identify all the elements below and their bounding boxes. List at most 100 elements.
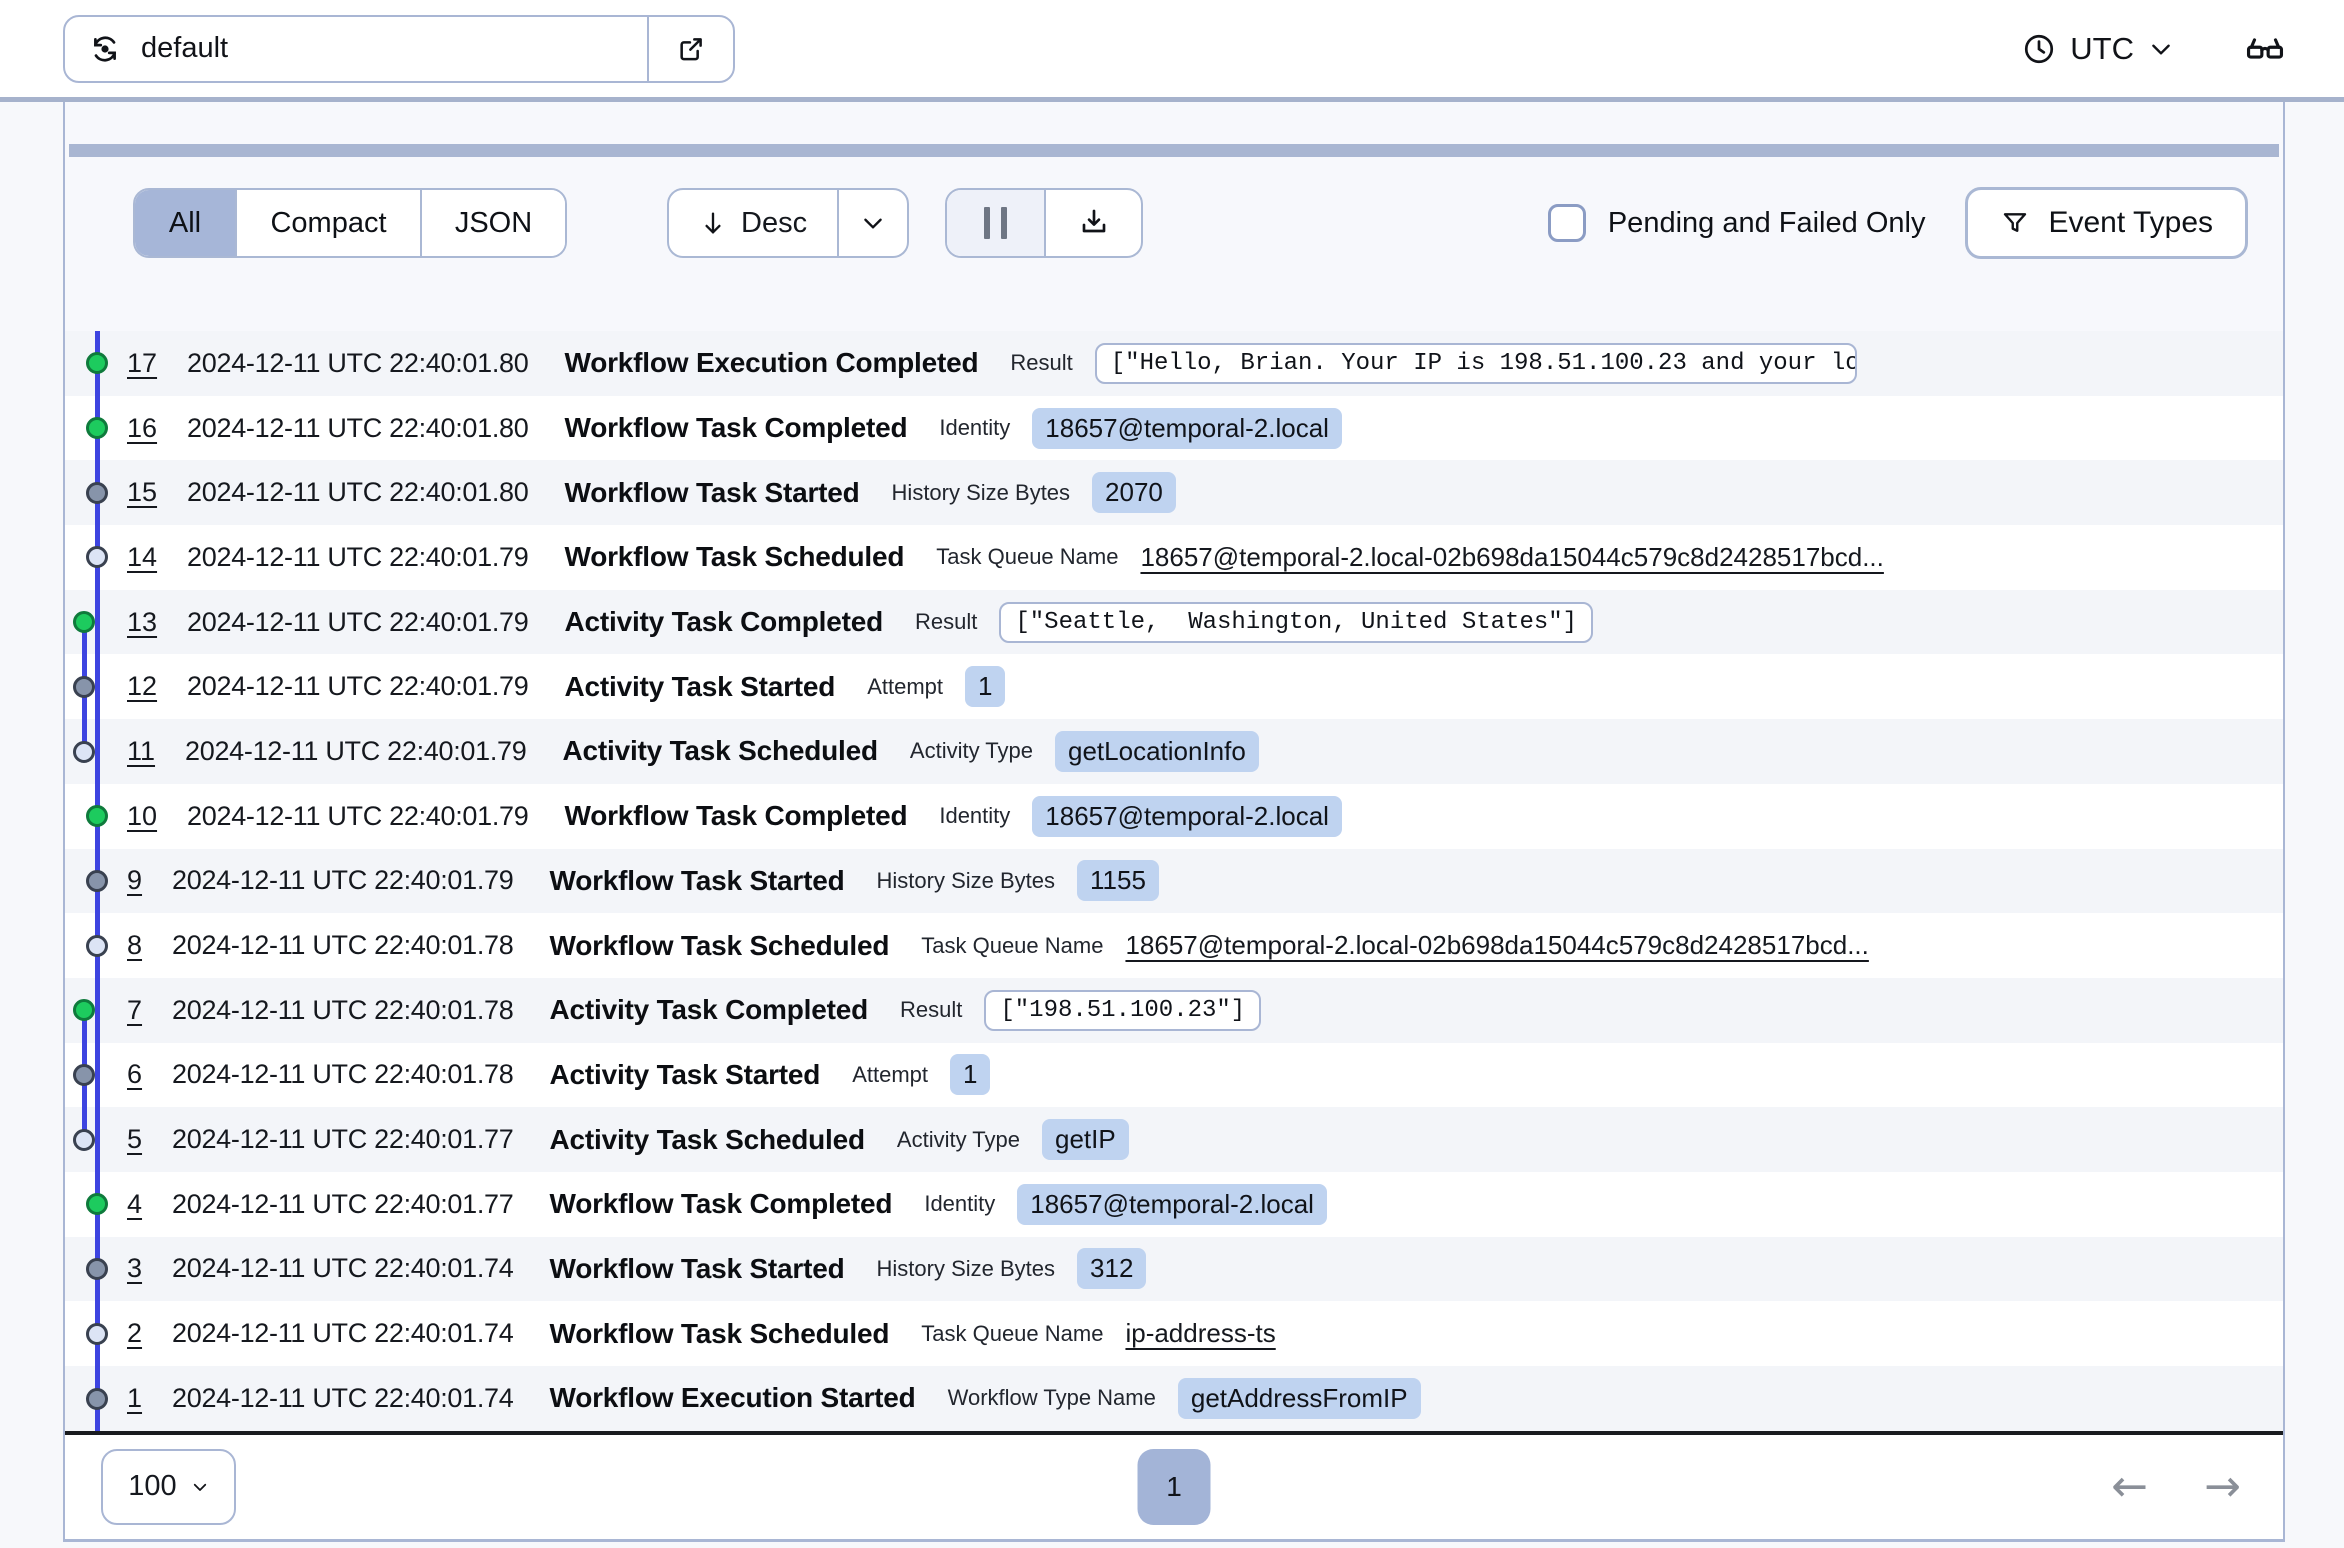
event-id-link[interactable]: 1 <box>127 1383 142 1414</box>
event-detail-label: Task Queue Name <box>921 1320 1104 1346</box>
event-id-link[interactable]: 8 <box>127 930 142 961</box>
reader-mode-button[interactable] <box>2244 28 2286 70</box>
page-size-select[interactable]: 100 <box>101 1448 236 1525</box>
pending-failed-filter[interactable]: Pending and Failed Only <box>1547 204 1925 242</box>
event-detail-label: History Size Bytes <box>876 1255 1056 1281</box>
event-name: Workflow Execution Completed <box>564 347 979 379</box>
event-timestamp: 2024-12-11 UTC 22:40:01.77 <box>172 1124 514 1155</box>
tab-all[interactable]: All <box>135 190 235 256</box>
event-name: Activity Task Started <box>549 1058 821 1090</box>
event-name: Activity Task Started <box>564 670 836 702</box>
event-id-link[interactable]: 12 <box>127 671 157 702</box>
event-detail-label: Identity <box>924 1191 996 1217</box>
event-name: Workflow Task Completed <box>564 800 908 832</box>
event-id-link[interactable]: 14 <box>127 542 157 573</box>
event-table-body: 17 2024-12-11 UTC 22:40:01.80 Workflow E… <box>65 331 2283 1431</box>
event-row[interactable]: 13 2024-12-11 UTC 22:40:01.79 Activity T… <box>65 589 2283 655</box>
event-row[interactable]: 2 2024-12-11 UTC 22:40:01.74 Workflow Ta… <box>65 1301 2283 1366</box>
event-detail-label: Identity <box>939 415 1011 441</box>
namespace-icon <box>87 31 123 67</box>
event-name: Workflow Task Started <box>549 1252 845 1284</box>
event-row[interactable]: 7 2024-12-11 UTC 22:40:01.78 Activity Ta… <box>65 977 2283 1043</box>
event-name: Activity Task Completed <box>549 994 868 1026</box>
next-page-arrow[interactable]: → <box>2204 1464 2241 1509</box>
event-id-link[interactable]: 4 <box>127 1189 142 1220</box>
tab-json[interactable]: JSON <box>420 190 565 256</box>
event-detail-label: Attempt <box>852 1061 928 1087</box>
event-timestamp: 2024-12-11 UTC 22:40:01.80 <box>187 477 529 508</box>
timezone-selector[interactable]: UTC <box>2018 23 2178 75</box>
event-name: Workflow Task Scheduled <box>564 541 905 573</box>
event-row[interactable]: 3 2024-12-11 UTC 22:40:01.74 Workflow Ta… <box>65 1236 2283 1302</box>
event-row[interactable]: 8 2024-12-11 UTC 22:40:01.78 Workflow Ta… <box>65 913 2283 978</box>
pending-failed-checkbox[interactable] <box>1547 204 1586 242</box>
timezone-value: UTC <box>2070 30 2134 66</box>
event-row[interactable]: 4 2024-12-11 UTC 22:40:01.77 Workflow Ta… <box>65 1171 2283 1237</box>
event-timestamp: 2024-12-11 UTC 22:40:01.77 <box>172 1188 514 1219</box>
event-row[interactable]: 16 2024-12-11 UTC 22:40:01.80 Workflow T… <box>65 395 2283 461</box>
event-id-link[interactable]: 10 <box>127 801 157 832</box>
event-detail-value: getAddressFromIP <box>1177 1377 1421 1419</box>
sort-options-button[interactable] <box>837 190 907 256</box>
event-detail-label: Identity <box>939 803 1011 829</box>
event-id-link[interactable]: 6 <box>127 1059 142 1090</box>
event-types-label: Event Types <box>2048 206 2213 239</box>
namespace-open-button[interactable] <box>647 16 733 81</box>
current-page-button[interactable]: 1 <box>1137 1448 1211 1525</box>
event-id-link[interactable]: 15 <box>127 477 157 508</box>
event-detail-value: 1 <box>965 666 1006 708</box>
sort-desc-button[interactable]: Desc <box>669 190 837 256</box>
pause-updates-button[interactable] <box>947 190 1045 256</box>
event-row[interactable]: 9 2024-12-11 UTC 22:40:01.79 Workflow Ta… <box>65 848 2283 914</box>
event-row[interactable]: 14 2024-12-11 UTC 22:40:01.79 Workflow T… <box>65 525 2283 590</box>
event-name: Workflow Execution Started <box>549 1382 916 1414</box>
tab-compact[interactable]: Compact <box>235 190 420 256</box>
event-id-link[interactable]: 16 <box>127 413 157 444</box>
event-id-link[interactable]: 11 <box>127 736 155 767</box>
event-row[interactable]: 17 2024-12-11 UTC 22:40:01.80 Workflow E… <box>65 331 2283 396</box>
event-row[interactable]: 6 2024-12-11 UTC 22:40:01.78 Activity Ta… <box>65 1042 2283 1108</box>
namespace-selector[interactable]: default <box>63 14 735 83</box>
event-detail-value: 18657@temporal-2.local <box>1017 1183 1327 1225</box>
download-history-button[interactable] <box>1044 190 1141 256</box>
sort-label: Desc <box>741 206 808 239</box>
previous-page-arrow[interactable]: ← <box>2111 1464 2148 1509</box>
event-timestamp: 2024-12-11 UTC 22:40:01.79 <box>187 541 529 572</box>
event-id-link[interactable]: 17 <box>127 348 157 379</box>
event-id-link[interactable]: 13 <box>127 607 157 638</box>
section-divider-bar <box>69 144 2279 157</box>
event-detail-value: ["Hello, Brian. Your IP is 198.51.100.23… <box>1094 342 1857 384</box>
event-detail-value: 18657@temporal-2.local-02b698da15044c579… <box>1140 541 1884 572</box>
event-row[interactable]: 10 2024-12-11 UTC 22:40:01.79 Workflow T… <box>65 783 2283 849</box>
event-types-button[interactable]: Event Types <box>1965 187 2248 259</box>
event-row[interactable]: 15 2024-12-11 UTC 22:40:01.80 Workflow T… <box>65 460 2283 526</box>
event-name: Activity Task Completed <box>564 606 884 638</box>
filter-funnel-icon <box>2000 208 2030 238</box>
event-timestamp: 2024-12-11 UTC 22:40:01.74 <box>172 1382 514 1413</box>
pause-icon <box>984 207 991 239</box>
event-row[interactable]: 11 2024-12-11 UTC 22:40:01.79 Activity T… <box>65 719 2283 784</box>
event-id-link[interactable]: 5 <box>127 1124 142 1155</box>
event-id-link[interactable]: 9 <box>127 865 142 896</box>
event-detail-value: 1155 <box>1077 860 1159 902</box>
event-detail-label: Result <box>900 997 963 1023</box>
event-row[interactable]: 5 2024-12-11 UTC 22:40:01.77 Activity Ta… <box>65 1107 2283 1172</box>
event-row[interactable]: 1 2024-12-11 UTC 22:40:01.74 Workflow Ex… <box>65 1366 2283 1431</box>
event-detail-value: ["198.51.100.23"] <box>984 989 1262 1031</box>
external-link-icon <box>675 33 707 65</box>
event-id-link[interactable]: 2 <box>127 1318 142 1349</box>
event-timestamp: 2024-12-11 UTC 22:40:01.74 <box>172 1318 514 1349</box>
event-name: Activity Task Scheduled <box>549 1123 865 1155</box>
event-detail-value: 1 <box>950 1054 991 1096</box>
chevron-down-icon <box>2148 36 2174 62</box>
event-timestamp: 2024-12-11 UTC 22:40:01.80 <box>187 412 529 443</box>
event-row[interactable]: 12 2024-12-11 UTC 22:40:01.79 Activity T… <box>65 654 2283 720</box>
event-id-link[interactable]: 3 <box>127 1253 142 1284</box>
event-id-link[interactable]: 7 <box>127 995 142 1026</box>
event-detail-label: History Size Bytes <box>876 867 1056 893</box>
namespace-selector-main[interactable]: default <box>65 17 647 81</box>
event-detail-value: getLocationInfo <box>1055 730 1259 772</box>
pagination-bar: 100 1 ← → <box>65 1434 2283 1539</box>
chevron-down-icon <box>860 210 886 236</box>
event-detail-value: 18657@temporal-2.local <box>1032 795 1342 837</box>
